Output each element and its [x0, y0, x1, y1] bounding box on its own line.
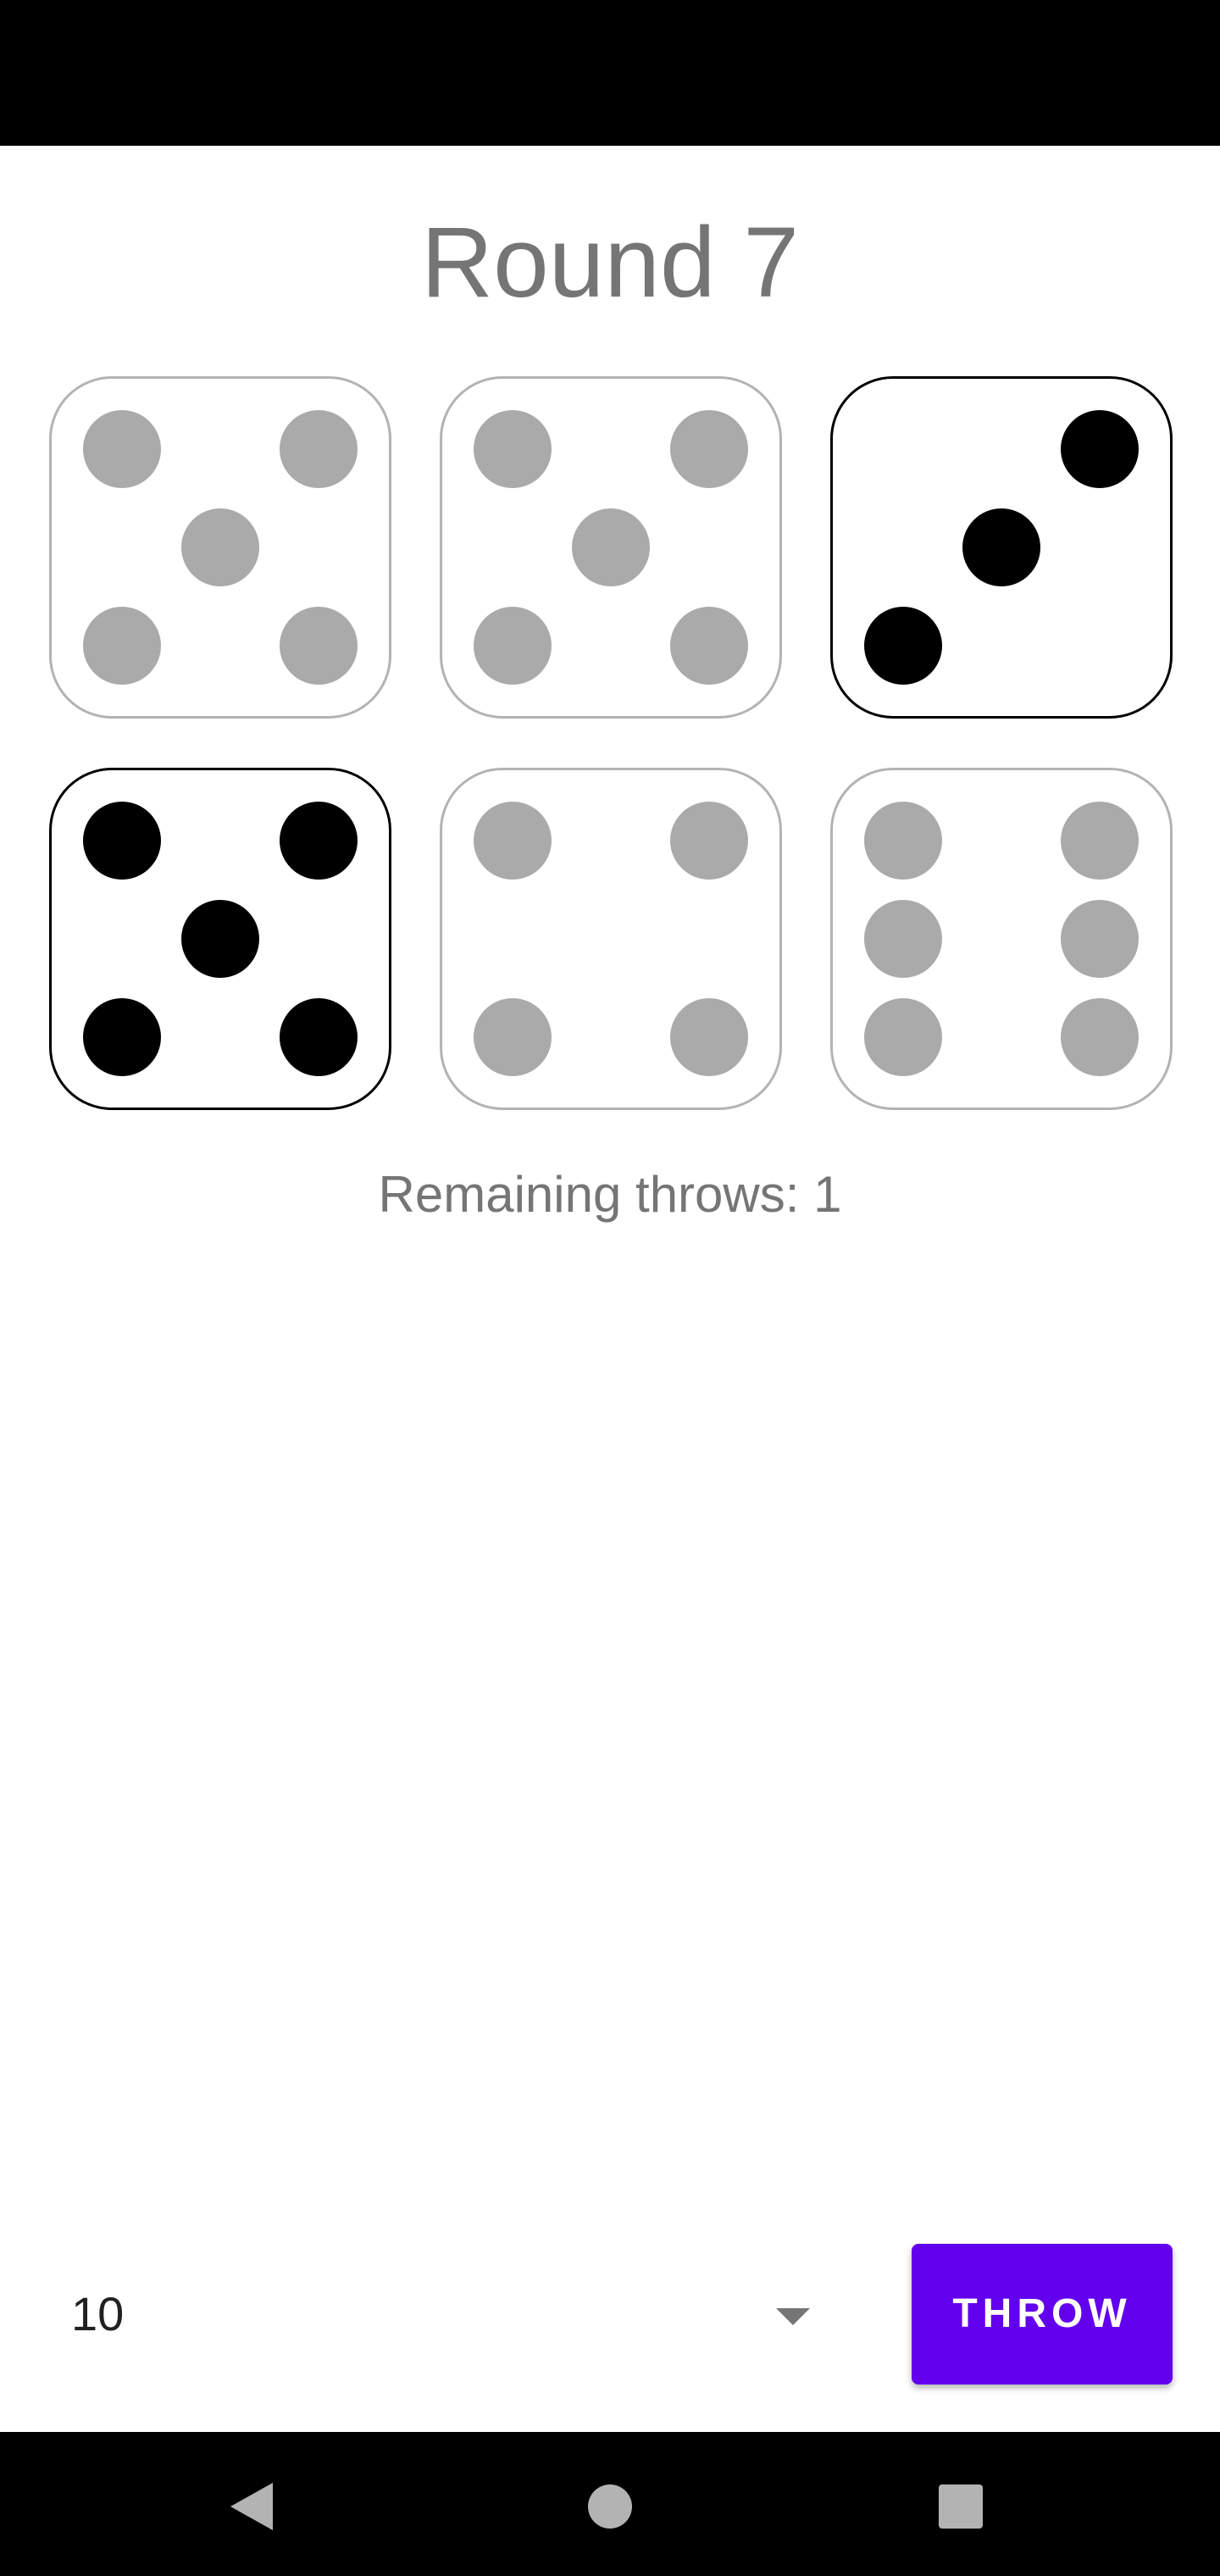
die-pip [962, 508, 1040, 586]
die-pip [280, 802, 358, 880]
die-pip [181, 900, 259, 978]
die-pip [572, 508, 650, 586]
throw-button[interactable]: THROW [912, 2244, 1173, 2384]
die-pip [474, 410, 552, 488]
die-pip [83, 998, 161, 1076]
die-pip [1061, 998, 1139, 1076]
round-title: Round 7 [420, 207, 800, 319]
die-3[interactable] [830, 376, 1173, 719]
die-pip [864, 900, 942, 978]
die-pip [280, 998, 358, 1076]
die-pip [864, 998, 942, 1076]
die-5[interactable] [440, 768, 782, 1110]
die-pip [670, 802, 748, 880]
navigation-bar [0, 2432, 1220, 2576]
status-bar [0, 0, 1220, 146]
die-pip [1061, 410, 1139, 488]
recents-icon[interactable] [939, 2484, 983, 2529]
die-pip [474, 802, 552, 880]
die-6[interactable] [830, 768, 1173, 1110]
dropdown-arrow-icon [776, 2308, 810, 2325]
die-pip [280, 607, 358, 685]
die-2[interactable] [440, 376, 782, 719]
select-value: 10 [71, 2287, 125, 2340]
home-icon[interactable] [588, 2484, 632, 2529]
die-pip [670, 998, 748, 1076]
die-pip [474, 607, 552, 685]
die-pip [864, 802, 942, 880]
die-pip [474, 998, 552, 1076]
remaining-throws: Remaining throws: 1 [378, 1166, 842, 1223]
die-pip [1061, 900, 1139, 978]
die-pip [83, 607, 161, 685]
die-pip [280, 410, 358, 488]
die-pip [670, 607, 748, 685]
die-4[interactable] [49, 768, 391, 1110]
score-category-select[interactable]: 10 [34, 2234, 847, 2395]
die-1[interactable] [49, 376, 391, 719]
back-icon[interactable] [230, 2483, 273, 2530]
die-pip [83, 410, 161, 488]
die-pip [181, 508, 259, 586]
die-pip [1061, 802, 1139, 880]
die-pip [864, 607, 942, 685]
die-pip [83, 802, 161, 880]
die-pip [670, 410, 748, 488]
